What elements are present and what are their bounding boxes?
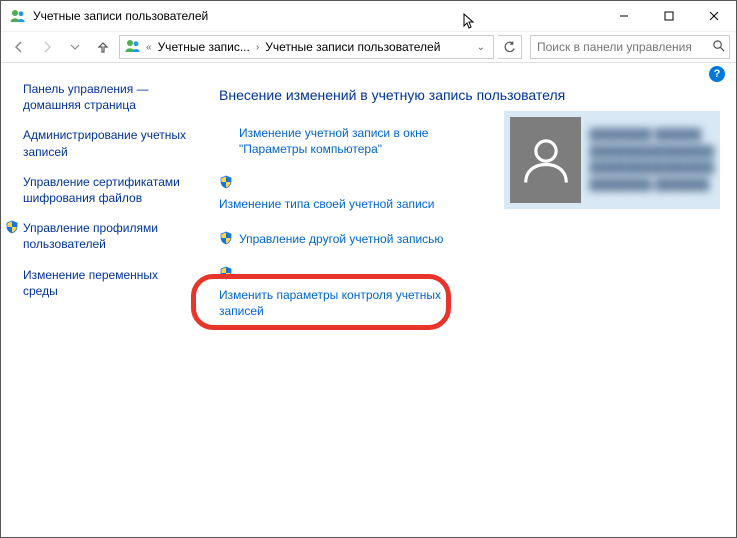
user-detail: ████████████████ bbox=[589, 160, 714, 177]
shield-icon bbox=[219, 175, 233, 192]
sidebar: Панель управления — домашняя страница Ад… bbox=[1, 63, 201, 537]
link-row: Управление другой учетной записью bbox=[219, 231, 479, 248]
maximize-button[interactable] bbox=[646, 1, 691, 31]
nav-bar: « Учетные запис... › Учетные записи поль… bbox=[1, 31, 736, 63]
user-detail: ████████ ███████ bbox=[589, 177, 714, 194]
chevron-icon[interactable]: « bbox=[144, 42, 154, 53]
link-row: Изменение типа своей учетной записи bbox=[219, 175, 479, 212]
content-area: Панель управления — домашняя страница Ад… bbox=[1, 63, 736, 537]
sidebar-profiles-link[interactable]: Управление профилями пользователей bbox=[23, 220, 191, 252]
change-account-pc-settings-link[interactable]: Изменение учетной записи в окне "Парамет… bbox=[239, 125, 479, 157]
minimize-button[interactable] bbox=[601, 1, 646, 31]
search-box[interactable] bbox=[530, 35, 730, 59]
manage-another-account-link[interactable]: Управление другой учетной записью bbox=[239, 231, 443, 247]
window-title: Учетные записи пользователей bbox=[33, 9, 208, 23]
cursor-icon bbox=[463, 13, 475, 31]
search-icon[interactable] bbox=[712, 39, 725, 55]
title-bar: Учетные записи пользователей bbox=[1, 1, 736, 31]
user-detail: ████████████████ bbox=[589, 144, 714, 161]
address-dropdown-icon[interactable]: ⌄ bbox=[471, 42, 491, 53]
user-name: ████████ ██████ bbox=[589, 127, 714, 144]
user-info: ████████ ██████ ████████████████ ███████… bbox=[589, 127, 714, 193]
breadcrumb-segment[interactable]: Учетные записи пользователей bbox=[261, 40, 444, 54]
page-heading: Внесение изменений в учетную запись поль… bbox=[219, 87, 714, 103]
user-card: ████████ ██████ ████████████████ ███████… bbox=[504, 111, 720, 209]
sidebar-env-vars-link[interactable]: Изменение переменных среды bbox=[23, 267, 191, 299]
main-panel: Внесение изменений в учетную запись поль… bbox=[201, 63, 736, 537]
up-button[interactable] bbox=[91, 35, 115, 59]
address-bar[interactable]: « Учетные запис... › Учетные записи поль… bbox=[119, 35, 494, 59]
link-row: Изменить параметры контроля учетных запи… bbox=[219, 266, 479, 319]
window-controls bbox=[601, 1, 736, 31]
forward-button[interactable] bbox=[35, 35, 59, 59]
search-input[interactable] bbox=[535, 39, 712, 55]
shield-icon bbox=[219, 266, 233, 283]
refresh-button[interactable] bbox=[498, 35, 522, 59]
app-icon bbox=[9, 7, 27, 25]
back-button[interactable] bbox=[7, 35, 31, 59]
change-uac-settings-link[interactable]: Изменить параметры контроля учетных запи… bbox=[219, 287, 479, 319]
action-links: Изменение учетной записи в окне "Парамет… bbox=[219, 125, 479, 319]
breadcrumb-segment[interactable]: Учетные запис... bbox=[154, 40, 254, 54]
change-account-type-link[interactable]: Изменение типа своей учетной записи bbox=[219, 196, 434, 212]
sidebar-admin-accounts-link[interactable]: Администрирование учетных записей bbox=[23, 127, 191, 159]
close-button[interactable] bbox=[691, 1, 736, 31]
recent-button[interactable] bbox=[63, 35, 87, 59]
link-row: Изменение учетной записи в окне "Парамет… bbox=[219, 125, 479, 157]
avatar bbox=[510, 117, 581, 203]
shield-icon bbox=[5, 220, 19, 237]
shield-icon bbox=[219, 231, 233, 248]
address-icon bbox=[122, 37, 144, 58]
sidebar-home-link[interactable]: Панель управления — домашняя страница bbox=[23, 81, 191, 113]
sidebar-certs-link[interactable]: Управление сертификатами шифрования файл… bbox=[23, 174, 191, 206]
chevron-right-icon[interactable]: › bbox=[254, 42, 261, 53]
